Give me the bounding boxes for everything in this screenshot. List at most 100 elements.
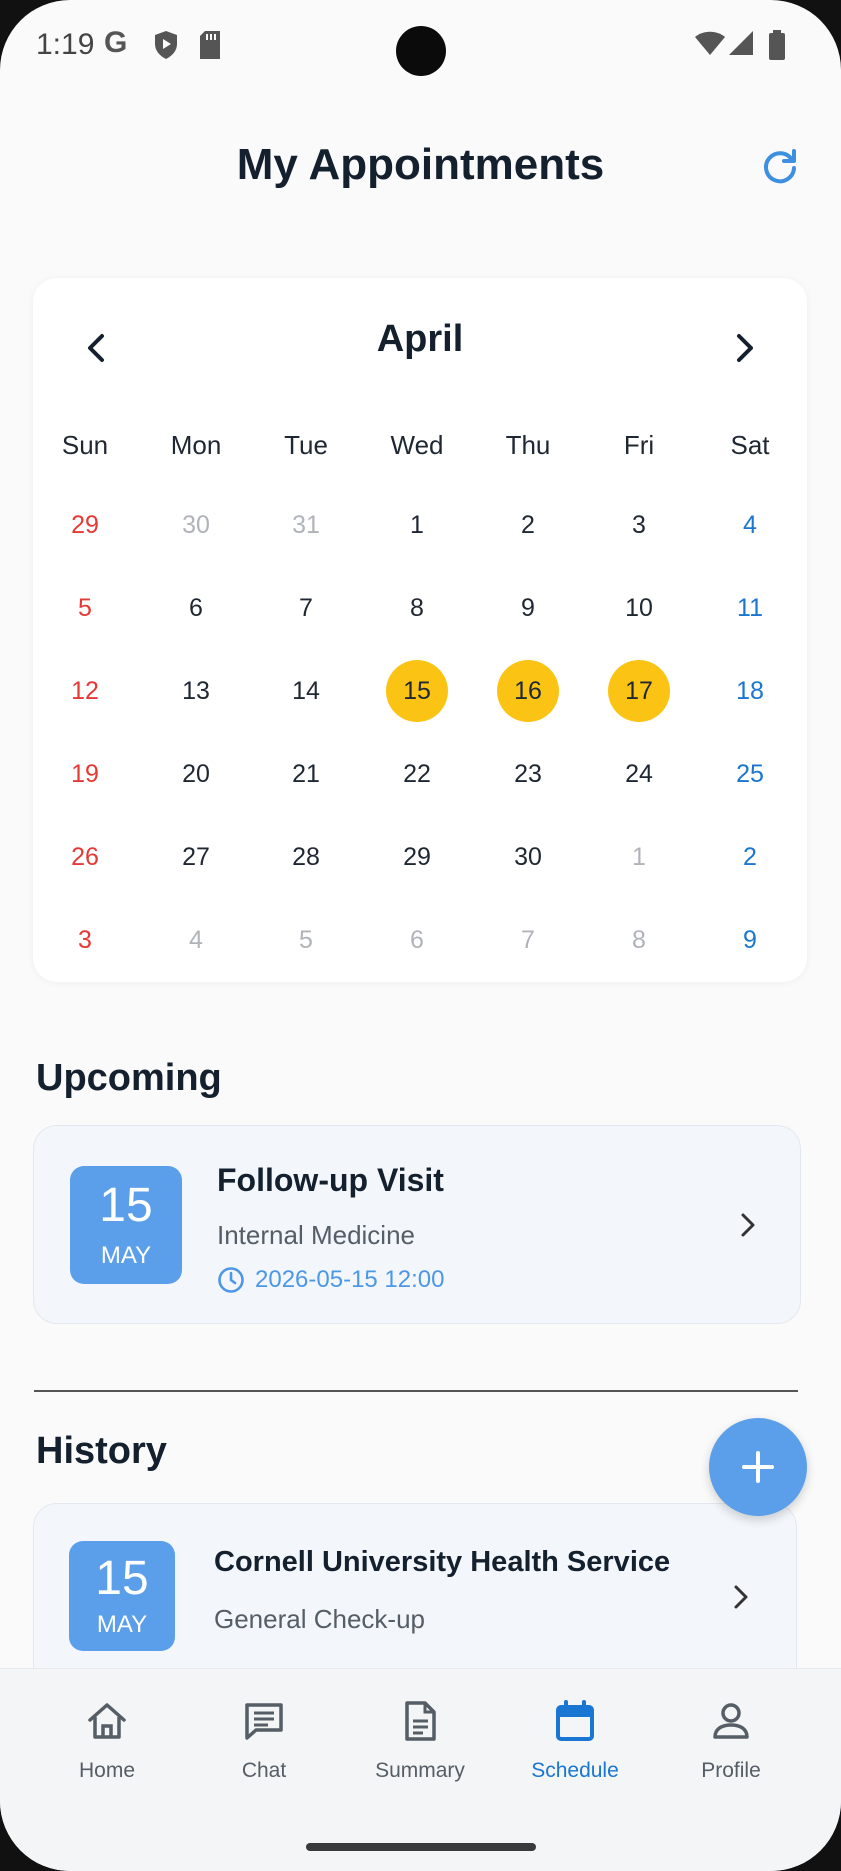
calendar-day[interactable]: 10	[608, 577, 670, 639]
nav-chat[interactable]: Chat	[189, 1699, 339, 1799]
weekday-label: Tue	[284, 430, 328, 460]
nav-label: Chat	[241, 1759, 287, 1782]
status-bar: 1:19 G	[0, 0, 841, 100]
calendar-day[interactable]: 8	[386, 577, 448, 639]
upcoming-appointment-card[interactable]: 15 MAY Follow-up Visit Internal Medicine…	[33, 1125, 801, 1324]
camera-cutout	[396, 26, 446, 76]
calendar-day[interactable]: 9	[497, 577, 559, 639]
calendar-day[interactable]: 7	[275, 577, 337, 639]
refresh-icon[interactable]	[760, 146, 800, 186]
calendar-icon	[556, 1700, 594, 1741]
calendar-day[interactable]: 2	[497, 494, 559, 556]
chat-icon	[245, 1703, 283, 1740]
shield-icon	[155, 31, 177, 59]
calendar-day[interactable]: 21	[275, 743, 337, 805]
chevron-right-icon	[741, 1213, 755, 1237]
calendar-day[interactable]: 2	[719, 826, 781, 888]
calendar-day[interactable]: 29	[386, 826, 448, 888]
calendar-day[interactable]: 3	[54, 909, 116, 971]
calendar-day[interactable]: 13	[165, 660, 227, 722]
battery-icon	[769, 30, 785, 60]
appointment-datetime: 2026-05-15 12:00	[255, 1266, 445, 1293]
calendar-day[interactable]: 11	[719, 577, 781, 639]
next-month-button[interactable]	[723, 328, 763, 368]
app-screen: 1:19 G My Appointments April Sun Mon Tue…	[0, 0, 841, 1871]
calendar-day[interactable]: 30	[497, 826, 559, 888]
calendar-day[interactable]: 31	[275, 494, 337, 556]
calendar-day[interactable]: 4	[719, 494, 781, 556]
calendar-card: April Sun Mon Tue Wed Thu Fri Sat 29 30 31 1 2 3 4 5 6…	[33, 278, 807, 982]
plus-icon	[742, 1451, 774, 1483]
home-indicator	[306, 1843, 536, 1851]
sd-card-icon	[200, 31, 220, 59]
weekday-label: Fri	[623, 430, 655, 460]
weekday-label: Thu	[505, 430, 551, 460]
calendar-day[interactable]: 23	[497, 743, 559, 805]
date-badge-month: MAY	[100, 1242, 152, 1269]
calendar-day[interactable]: 24	[608, 743, 670, 805]
bottom-navigation: Home Chat Summary Schedule Profile	[0, 1668, 841, 1871]
calendar-day[interactable]: 9	[719, 909, 781, 971]
calendar-day[interactable]: 29	[54, 494, 116, 556]
weekday-label: Sun	[61, 430, 109, 460]
calendar-day[interactable]: 6	[165, 577, 227, 639]
nav-schedule[interactable]: Schedule	[500, 1699, 650, 1799]
calendar-day[interactable]: 4	[165, 909, 227, 971]
calendar-day[interactable]: 8	[608, 909, 670, 971]
calendar-day[interactable]: 3	[608, 494, 670, 556]
weekday-label: Mon	[170, 430, 222, 460]
calendar-month-label: April	[376, 318, 464, 360]
calendar-day-highlighted[interactable]: 16	[497, 660, 559, 722]
nav-home[interactable]: Home	[32, 1699, 182, 1799]
calendar-day[interactable]: 26	[54, 826, 116, 888]
upcoming-section-title: Upcoming	[36, 1057, 222, 1099]
appointment-title: Cornell University Health Service	[214, 1546, 671, 1578]
nav-summary[interactable]: Summary	[345, 1699, 495, 1799]
calendar-day[interactable]: 20	[165, 743, 227, 805]
date-badge-day: 15	[99, 1179, 153, 1232]
chevron-right-icon	[734, 1585, 748, 1609]
page-title: My Appointments	[236, 140, 605, 189]
clock-icon	[218, 1267, 244, 1293]
nav-label: Profile	[701, 1759, 761, 1782]
nav-label: Summary	[375, 1759, 465, 1782]
calendar-day[interactable]: 22	[386, 743, 448, 805]
nav-label: Home	[78, 1759, 136, 1782]
appointment-title: Follow-up Visit	[217, 1162, 444, 1198]
weekday-label: Sat	[730, 430, 770, 460]
nav-label: Schedule	[531, 1759, 619, 1782]
person-icon	[713, 1703, 749, 1739]
calendar-day[interactable]: 6	[386, 909, 448, 971]
date-badge-month: MAY	[96, 1611, 148, 1638]
calendar-day[interactable]: 18	[719, 660, 781, 722]
date-badge: 15 MAY	[70, 1166, 182, 1284]
calendar-day[interactable]: 14	[275, 660, 337, 722]
calendar-day[interactable]: 27	[165, 826, 227, 888]
status-time: 1:19	[36, 28, 95, 61]
section-divider	[34, 1390, 798, 1392]
history-section-title: History	[36, 1430, 167, 1472]
document-icon	[405, 1701, 436, 1741]
calendar-day[interactable]: 1	[386, 494, 448, 556]
google-icon: G	[104, 26, 128, 59]
appointment-subtitle: Internal Medicine	[217, 1220, 415, 1250]
calendar-day[interactable]: 28	[275, 826, 337, 888]
cellular-signal-icon	[729, 31, 753, 55]
calendar-day[interactable]: 30	[165, 494, 227, 556]
nav-profile[interactable]: Profile	[656, 1699, 806, 1799]
add-appointment-button[interactable]	[709, 1418, 807, 1516]
calendar-day[interactable]: 25	[719, 743, 781, 805]
calendar-day[interactable]: 5	[275, 909, 337, 971]
calendar-day[interactable]: 1	[608, 826, 670, 888]
calendar-day[interactable]: 19	[54, 743, 116, 805]
calendar-day-highlighted[interactable]: 17	[608, 660, 670, 722]
weekday-header-row: Sun Mon Tue Wed Thu Fri Sat	[33, 430, 807, 470]
appointment-subtitle: General Check-up	[214, 1604, 425, 1634]
calendar-day[interactable]: 5	[54, 577, 116, 639]
calendar-day[interactable]: 7	[497, 909, 559, 971]
calendar-day-highlighted[interactable]: 15	[386, 660, 448, 722]
date-badge-day: 15	[95, 1552, 149, 1605]
wifi-icon	[695, 31, 725, 55]
calendar-day[interactable]: 12	[54, 660, 116, 722]
home-icon	[88, 1703, 126, 1739]
